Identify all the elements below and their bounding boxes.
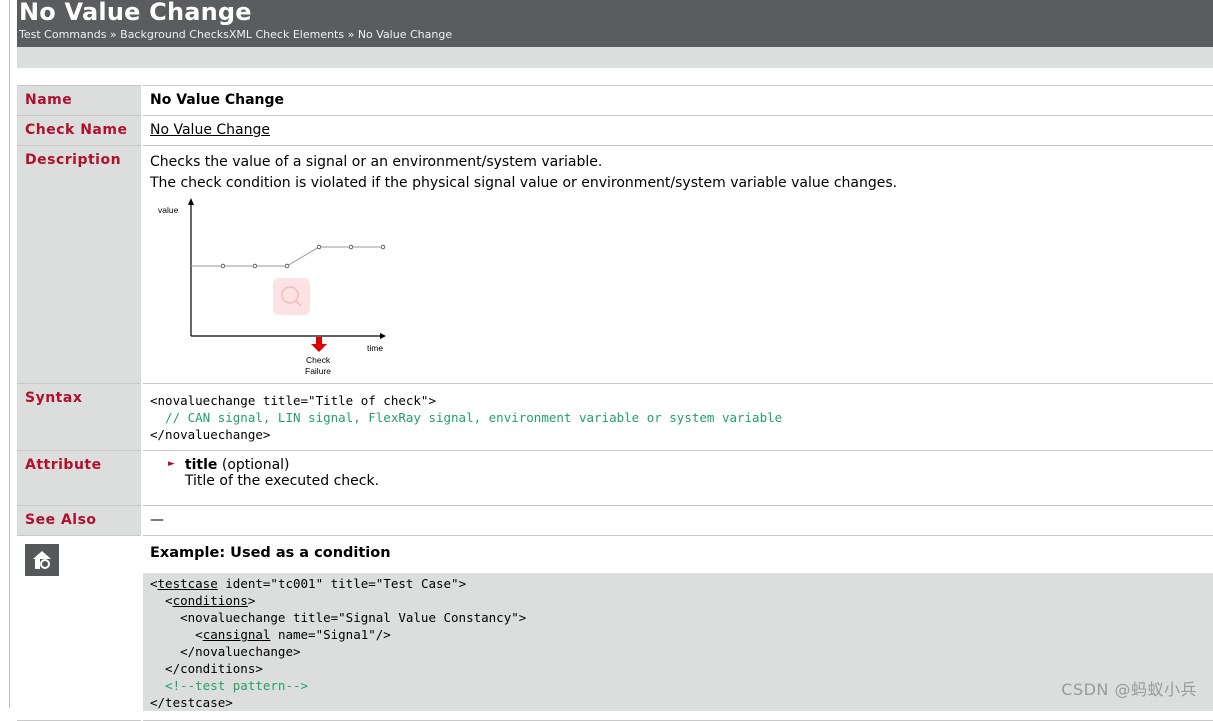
code-line-8: </testcase> <box>150 695 233 710</box>
value-change-figure: value time Check Failure <box>158 198 386 376</box>
signal-point <box>348 244 354 250</box>
row-attribute: Attribute ► title (optional) Title of th… <box>17 450 1213 506</box>
code-line-3: <novaluechange title="Signal Value Const… <box>150 610 527 625</box>
signal-point <box>380 244 386 250</box>
code-comment: <!--test pattern--> <box>150 678 309 693</box>
check-failure-marker <box>316 337 322 344</box>
attribute-name: title <box>184 457 218 473</box>
breadcrumb: Test Commands » Background ChecksXML Che… <box>19 28 453 41</box>
page-header: No Value Change Test Commands » Backgrou… <box>17 0 1213 47</box>
bullet-triangle-icon: ► <box>168 459 175 469</box>
watermark: CSDN @蚂蚁小兵 <box>1061 680 1197 699</box>
description-line-1: Checks the value of a signal or an envir… <box>150 154 603 170</box>
see-also-value: — <box>142 505 1213 536</box>
syntax-line-3: </novaluechange> <box>150 427 271 442</box>
row-description: Description Checks the value of a signal… <box>17 145 1213 384</box>
syntax-comment: // CAN signal, LIN signal, FlexRay signa… <box>150 410 783 425</box>
code-line-6: </conditions> <box>150 661 263 676</box>
row-check-name: Check Name No Value Change <box>17 115 1213 146</box>
signal-point <box>316 244 322 250</box>
row-see-also: See Also — <box>17 505 1213 536</box>
row-name: Name No Value Change <box>17 85 1213 116</box>
signal-line <box>191 246 383 267</box>
signal-point <box>220 263 226 269</box>
code-line-5: </novaluechange> <box>150 644 301 659</box>
syntax-line-1: <novaluechange title="Title of check"> <box>150 393 436 408</box>
attribute-qualifier: (optional) <box>217 457 290 473</box>
y-axis-label: value <box>158 205 179 215</box>
signal-point <box>284 263 290 269</box>
left-border <box>0 0 10 708</box>
x-axis-label: time <box>367 343 383 353</box>
marker-label-check: Check <box>306 355 331 365</box>
example-title: Example: Used as a condition <box>150 545 391 561</box>
example-icon <box>25 544 59 576</box>
attribute-description: Title of the executed check. <box>184 473 380 489</box>
name-value: No Value Change <box>142 85 1213 116</box>
code-line-4: name="Signa1"/> <box>270 627 391 642</box>
page-title: No Value Change <box>19 0 252 26</box>
signal-point <box>252 263 258 269</box>
sub-bar <box>17 47 1213 68</box>
zoom-overlay-icon <box>273 278 310 315</box>
syntax-label: Syntax <box>17 383 143 451</box>
see-also-label: See Also <box>17 505 143 536</box>
page: No Value Change Test Commands » Backgrou… <box>17 0 1213 721</box>
check-name-link[interactable]: No Value Change <box>150 122 270 138</box>
row-syntax: Syntax <novaluechange title="Title of ch… <box>17 383 1213 451</box>
code-tag-cansignal[interactable]: cansignal <box>203 627 271 642</box>
row-example: Example: Used as a condition <testcase i… <box>17 535 1213 721</box>
attribute-item: ► title (optional) Title of the executed… <box>168 457 1213 489</box>
code-line-1: ident="tc001" title="Test Case"> <box>217 576 467 591</box>
y-axis-arrow <box>188 198 194 205</box>
properties-table: Name No Value Change Check Name No Value… <box>17 85 1213 721</box>
code-tag-testcase[interactable]: testcase <box>158 576 218 591</box>
example-icon-cell <box>17 535 143 721</box>
example-code: <testcase ident="tc001" title="Test Case… <box>143 573 1213 711</box>
marker-label-failure: Failure <box>305 366 331 376</box>
description-label: Description <box>17 145 143 384</box>
code-tag-conditions[interactable]: conditions <box>173 593 248 608</box>
name-label: Name <box>17 85 143 116</box>
x-axis-arrow <box>380 333 386 339</box>
check-name-label: Check Name <box>17 115 143 146</box>
description-line-2: The check condition is violated if the p… <box>150 175 898 191</box>
attribute-label: Attribute <box>17 450 143 506</box>
